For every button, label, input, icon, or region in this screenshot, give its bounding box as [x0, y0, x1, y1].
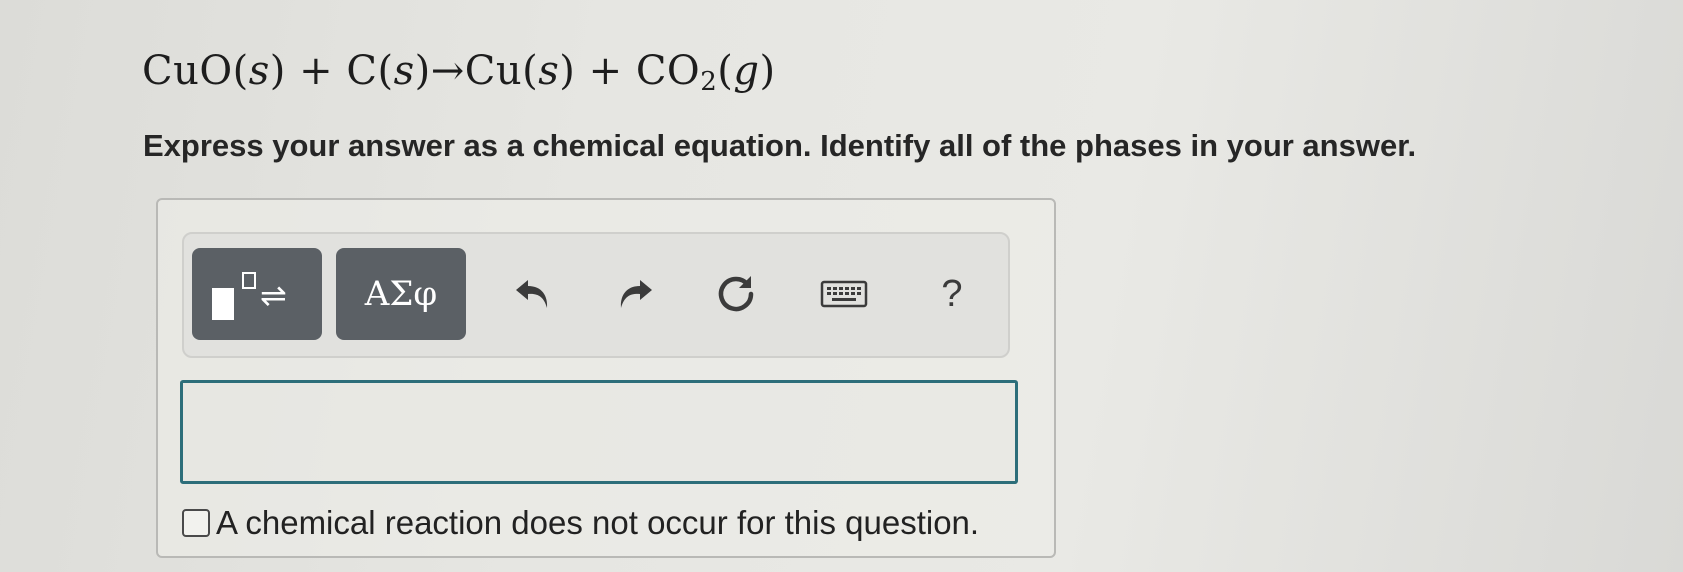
paren: ) [559, 48, 576, 94]
reactant-2: C( [346, 48, 394, 94]
math-toolbar: ⇌ ΑΣφ ? [182, 232, 1010, 358]
reaction-arrow: → [430, 48, 465, 94]
plus-sign: + [575, 48, 636, 94]
answer-panel: ⇌ ΑΣφ ? A chemical reaction does not occ… [156, 198, 1056, 558]
product-1: Cu( [464, 48, 539, 94]
paren: ) [414, 48, 431, 94]
product-1-phase: s [538, 48, 560, 94]
reactant-1: CuO( [142, 48, 249, 94]
subscript: 2 [700, 67, 718, 97]
paren: ) [759, 48, 776, 94]
equilibrium-arrows: ⇌ [260, 277, 287, 313]
no-reaction-checkbox[interactable] [182, 509, 210, 537]
reaction-equation: CuO(s) + C(s)→Cu(s) + CO2(g) [142, 48, 776, 97]
symbols-label: ΑΣφ [364, 274, 438, 314]
paren: ) [269, 48, 286, 94]
redo-icon [620, 280, 652, 308]
reactant-1-phase: s [248, 48, 270, 94]
reset-icon [718, 276, 754, 312]
symbols-button[interactable]: ΑΣφ [336, 248, 466, 340]
no-reaction-option[interactable]: A chemical reaction does not occur for t… [182, 504, 979, 542]
answer-input[interactable] [180, 380, 1018, 484]
instruction-text: Express your answer as a chemical equati… [143, 128, 1417, 163]
keyboard-icon [820, 280, 868, 308]
reset-button[interactable] [706, 264, 766, 324]
templates-button[interactable]: ⇌ [192, 248, 322, 340]
undo-button[interactable] [504, 264, 564, 324]
keyboard-button[interactable] [814, 264, 874, 324]
product-2-phase: g [733, 48, 760, 94]
template-superscript-box [242, 272, 256, 289]
plus-sign: + [285, 48, 347, 94]
no-reaction-label: A chemical reaction does not occur for t… [216, 504, 980, 541]
undo-icon [516, 280, 548, 308]
paren: ( [717, 48, 734, 94]
help-button[interactable]: ? [922, 264, 982, 324]
help-icon: ? [941, 272, 963, 315]
templates-icon: ⇌ [192, 248, 322, 340]
reactant-2-phase: s [393, 48, 415, 94]
redo-button[interactable] [604, 264, 664, 324]
template-block [212, 288, 234, 320]
product-2: CO [635, 48, 701, 94]
